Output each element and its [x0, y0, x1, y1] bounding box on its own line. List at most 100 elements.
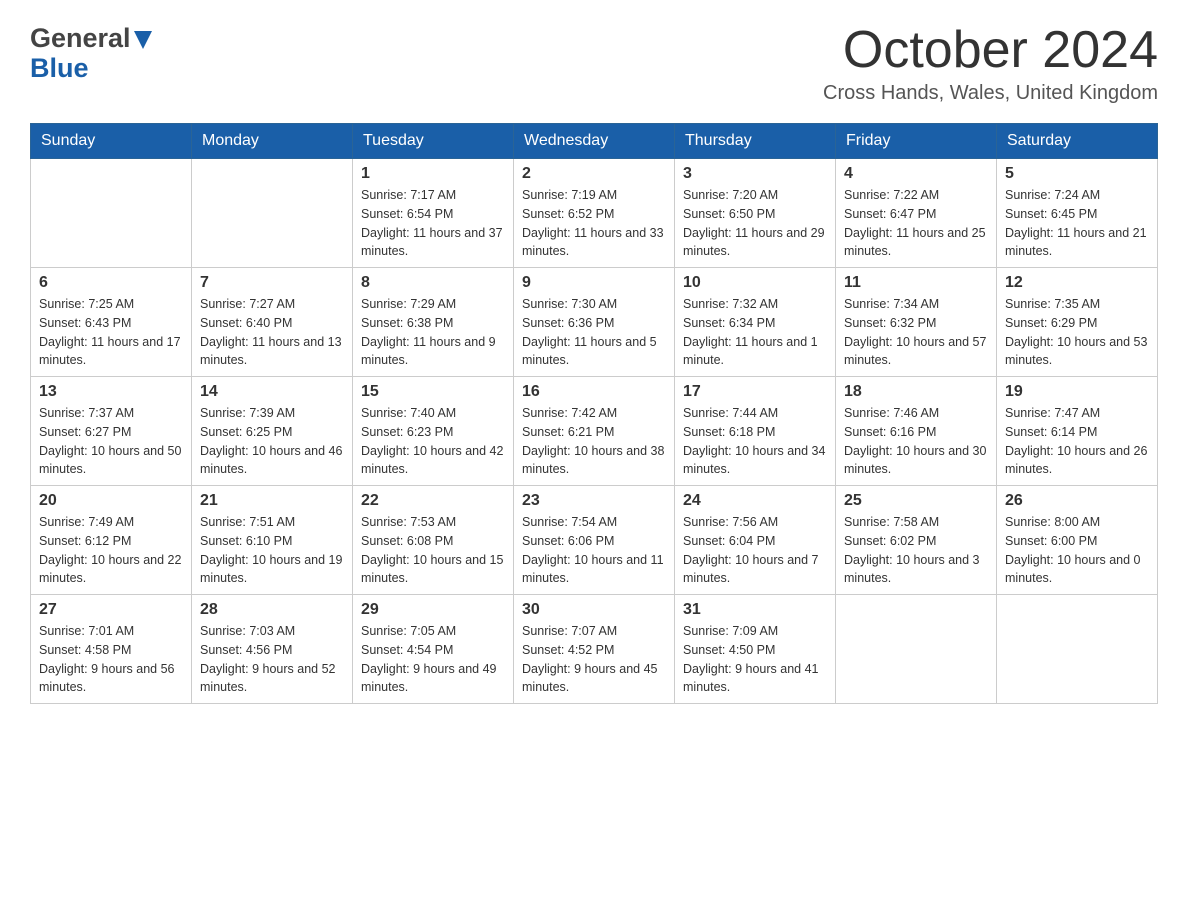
calendar-cell: 31 Sunrise: 7:09 AMSunset: 4:50 PMDayligh… — [675, 595, 836, 704]
day-info: Sunrise: 7:44 AMSunset: 6:18 PMDaylight:… — [683, 404, 827, 479]
day-number: 12 — [1005, 274, 1149, 292]
calendar-cell: 19Sunrise: 7:47 AMSunset: 6:14 PMDayligh… — [997, 377, 1158, 486]
day-number: 22 — [361, 492, 505, 510]
day-info: Sunrise: 7:07 AMSunset: 4:52 PMDaylight:… — [522, 622, 666, 697]
calendar-cell — [997, 595, 1158, 704]
day-number: 24 — [683, 492, 827, 510]
calendar-cell: 23 Sunrise: 7:54 AMSunset: 6:06 PMDayligh… — [514, 486, 675, 595]
day-header-thursday: Thursday — [675, 124, 836, 159]
day-number: 21 — [200, 492, 344, 510]
calendar-cell: 26 Sunrise: 8:00 AMSunset: 6:00 PMDayligh… — [997, 486, 1158, 595]
day-info: Sunrise: 7:19 AMSunset: 6:52 PMDaylight:… — [522, 186, 666, 261]
day-info: Sunrise: 7:29 AMSunset: 6:38 PMDaylight:… — [361, 295, 505, 370]
calendar-cell — [31, 159, 192, 268]
day-info: Sunrise: 7:09 AMSunset: 4:50 PMDaylight:… — [683, 622, 827, 697]
day-number: 29 — [361, 601, 505, 619]
day-info: Sunrise: 7:51 AMSunset: 6:10 PMDaylight:… — [200, 513, 344, 588]
day-info: Sunrise: 7:27 AMSunset: 6:40 PMDaylight:… — [200, 295, 344, 370]
day-info: Sunrise: 7:30 AMSunset: 6:36 PMDaylight:… — [522, 295, 666, 370]
day-number: 7 — [200, 274, 344, 292]
day-number: 4 — [844, 165, 988, 183]
day-info: Sunrise: 7:49 AMSunset: 6:12 PMDaylight:… — [39, 513, 183, 588]
day-info: Sunrise: 7:53 AMSunset: 6:08 PMDaylight:… — [361, 513, 505, 588]
day-info: Sunrise: 8:00 AMSunset: 6:00 PMDaylight:… — [1005, 513, 1149, 588]
day-info: Sunrise: 7:25 AMSunset: 6:43 PMDaylight:… — [39, 295, 183, 370]
calendar-cell: 27Sunrise: 7:01 AMSunset: 4:58 PMDayligh… — [31, 595, 192, 704]
day-header-wednesday: Wednesday — [514, 124, 675, 159]
day-number: 9 — [522, 274, 666, 292]
day-header-friday: Friday — [836, 124, 997, 159]
calendar-cell: 18 Sunrise: 7:46 AMSunset: 6:16 PMDayligh… — [836, 377, 997, 486]
day-number: 3 — [683, 165, 827, 183]
logo-triangle-icon — [134, 31, 152, 49]
calendar-week-row: 13 Sunrise: 7:37 AMSunset: 6:27 PMDayligh… — [31, 377, 1158, 486]
day-number: 17 — [683, 383, 827, 401]
calendar-table: SundayMondayTuesdayWednesdayThursdayFrid… — [30, 123, 1158, 704]
day-number: 14 — [200, 383, 344, 401]
calendar-cell: 4 Sunrise: 7:22 AMSunset: 6:47 PMDaylight… — [836, 159, 997, 268]
day-info: Sunrise: 7:46 AMSunset: 6:16 PMDaylight:… — [844, 404, 988, 479]
day-number: 16 — [522, 383, 666, 401]
calendar-cell: 11 Sunrise: 7:34 AMSunset: 6:32 PMDayligh… — [836, 268, 997, 377]
day-number: 8 — [361, 274, 505, 292]
calendar-cell: 7 Sunrise: 7:27 AMSunset: 6:40 PMDaylight… — [192, 268, 353, 377]
month-title: October 2024 — [823, 24, 1158, 76]
day-number: 27 — [39, 601, 183, 619]
day-number: 5 — [1005, 165, 1149, 183]
calendar-week-row: 27Sunrise: 7:01 AMSunset: 4:58 PMDayligh… — [31, 595, 1158, 704]
calendar-cell: 25Sunrise: 7:58 AMSunset: 6:02 PMDayligh… — [836, 486, 997, 595]
calendar-cell: 6 Sunrise: 7:25 AMSunset: 6:43 PMDaylight… — [31, 268, 192, 377]
day-info: Sunrise: 7:35 AMSunset: 6:29 PMDaylight:… — [1005, 295, 1149, 370]
calendar-cell: 14 Sunrise: 7:39 AMSunset: 6:25 PMDayligh… — [192, 377, 353, 486]
calendar-cell: 2 Sunrise: 7:19 AMSunset: 6:52 PMDaylight… — [514, 159, 675, 268]
day-number: 13 — [39, 383, 183, 401]
day-info: Sunrise: 7:22 AMSunset: 6:47 PMDaylight:… — [844, 186, 988, 261]
day-number: 30 — [522, 601, 666, 619]
calendar-cell: 5Sunrise: 7:24 AMSunset: 6:45 PMDaylight… — [997, 159, 1158, 268]
calendar-cell: 9 Sunrise: 7:30 AMSunset: 6:36 PMDaylight… — [514, 268, 675, 377]
calendar-week-row: 6 Sunrise: 7:25 AMSunset: 6:43 PMDaylight… — [31, 268, 1158, 377]
calendar-cell: 8 Sunrise: 7:29 AMSunset: 6:38 PMDaylight… — [353, 268, 514, 377]
location: Cross Hands, Wales, United Kingdom — [823, 82, 1158, 105]
calendar-cell: 12 Sunrise: 7:35 AMSunset: 6:29 PMDayligh… — [997, 268, 1158, 377]
day-number: 15 — [361, 383, 505, 401]
day-header-saturday: Saturday — [997, 124, 1158, 159]
day-info: Sunrise: 7:03 AMSunset: 4:56 PMDaylight:… — [200, 622, 344, 697]
day-info: Sunrise: 7:20 AMSunset: 6:50 PMDaylight:… — [683, 186, 827, 261]
day-info: Sunrise: 7:47 AMSunset: 6:14 PMDaylight:… — [1005, 404, 1149, 479]
day-number: 18 — [844, 383, 988, 401]
day-header-tuesday: Tuesday — [353, 124, 514, 159]
calendar-cell: 17 Sunrise: 7:44 AMSunset: 6:18 PMDayligh… — [675, 377, 836, 486]
logo-general: General — [30, 24, 131, 54]
day-info: Sunrise: 7:40 AMSunset: 6:23 PMDaylight:… — [361, 404, 505, 479]
calendar-cell: 10Sunrise: 7:32 AMSunset: 6:34 PMDayligh… — [675, 268, 836, 377]
day-number: 28 — [200, 601, 344, 619]
day-info: Sunrise: 7:54 AMSunset: 6:06 PMDaylight:… — [522, 513, 666, 588]
calendar-cell: 20 Sunrise: 7:49 AMSunset: 6:12 PMDayligh… — [31, 486, 192, 595]
calendar-cell: 24 Sunrise: 7:56 AMSunset: 6:04 PMDayligh… — [675, 486, 836, 595]
day-number: 6 — [39, 274, 183, 292]
day-info: Sunrise: 7:56 AMSunset: 6:04 PMDaylight:… — [683, 513, 827, 588]
calendar-cell: 16Sunrise: 7:42 AMSunset: 6:21 PMDayligh… — [514, 377, 675, 486]
day-info: Sunrise: 7:58 AMSunset: 6:02 PMDaylight:… — [844, 513, 988, 588]
calendar-cell — [836, 595, 997, 704]
logo-blue: Blue — [30, 54, 152, 84]
calendar-cell: 21 Sunrise: 7:51 AMSunset: 6:10 PMDayligh… — [192, 486, 353, 595]
day-number: 31 — [683, 601, 827, 619]
calendar-cell: 29Sunrise: 7:05 AMSunset: 4:54 PMDayligh… — [353, 595, 514, 704]
page-header: General Blue October 2024 Cross Hands, W… — [30, 24, 1158, 105]
day-number: 2 — [522, 165, 666, 183]
day-info: Sunrise: 7:17 AMSunset: 6:54 PMDaylight:… — [361, 186, 505, 261]
day-header-monday: Monday — [192, 124, 353, 159]
day-number: 23 — [522, 492, 666, 510]
day-number: 20 — [39, 492, 183, 510]
title-block: October 2024 Cross Hands, Wales, United … — [823, 24, 1158, 105]
day-number: 11 — [844, 274, 988, 292]
calendar-cell: 28 Sunrise: 7:03 AMSunset: 4:56 PMDayligh… — [192, 595, 353, 704]
day-info: Sunrise: 7:39 AMSunset: 6:25 PMDaylight:… — [200, 404, 344, 479]
logo: General Blue — [30, 24, 152, 83]
day-info: Sunrise: 7:34 AMSunset: 6:32 PMDaylight:… — [844, 295, 988, 370]
calendar-cell: 3 Sunrise: 7:20 AMSunset: 6:50 PMDaylight… — [675, 159, 836, 268]
day-info: Sunrise: 7:37 AMSunset: 6:27 PMDaylight:… — [39, 404, 183, 479]
day-number: 26 — [1005, 492, 1149, 510]
